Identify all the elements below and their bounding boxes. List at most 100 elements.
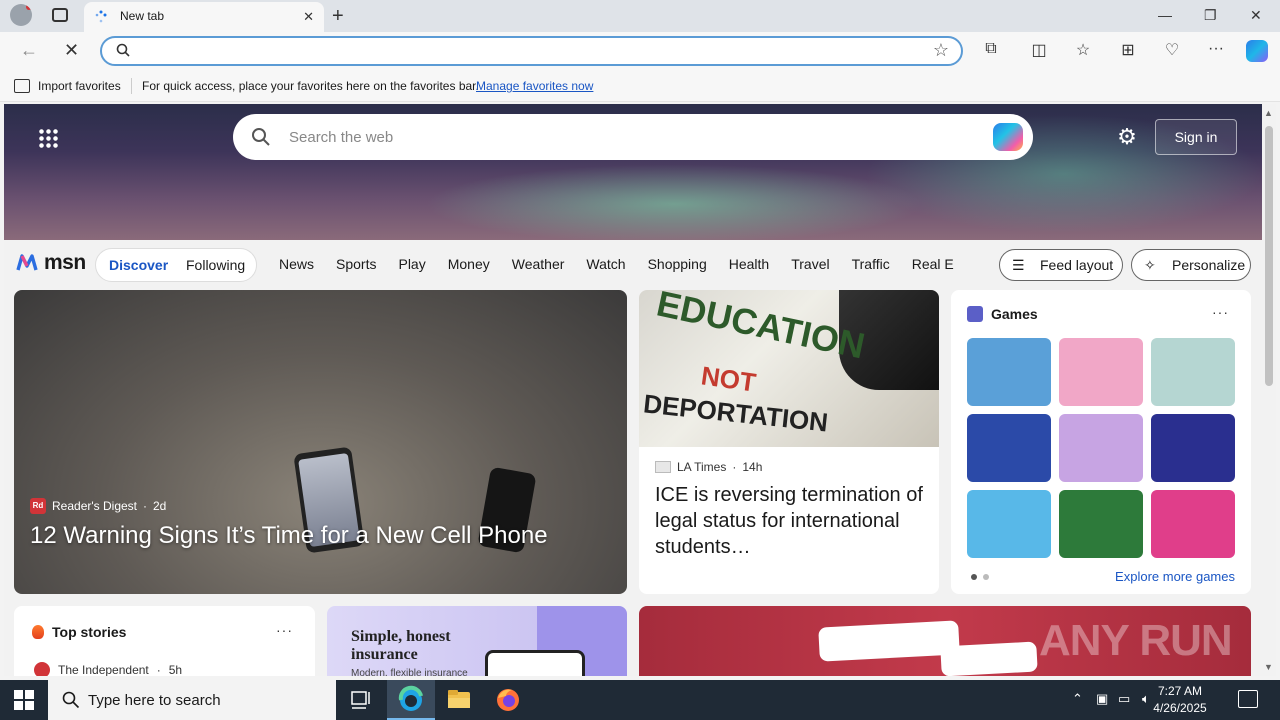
personalize-label: Personalize xyxy=(1172,257,1246,273)
tab-discover[interactable]: Discover xyxy=(109,257,168,273)
system-clock[interactable]: 7:27 AM 4/26/2025 xyxy=(1140,683,1220,717)
flame-icon xyxy=(32,625,44,639)
personalize-button[interactable]: ✧ Personalize xyxy=(1131,249,1251,281)
web-search-input[interactable] xyxy=(289,126,969,148)
minimize-icon[interactable]: — xyxy=(1158,7,1172,23)
story-headline[interactable]: ICE is reversing termination of legal st… xyxy=(655,482,925,560)
windows-start-icon[interactable] xyxy=(14,690,34,710)
show-hidden-icons-icon[interactable]: ⌃ xyxy=(1072,691,1083,707)
top-stories-card: Top stories ··· The Independent · 5h xyxy=(14,606,315,676)
sparkle-icon: ✧ xyxy=(1144,257,1156,273)
nav-item-money[interactable]: Money xyxy=(448,256,490,272)
scroll-up-icon[interactable]: ▲ xyxy=(1264,108,1273,118)
game-tile[interactable] xyxy=(1151,338,1235,406)
insurance-ad-card[interactable]: Simple, honest insurance Modern, flexibl… xyxy=(327,606,627,676)
favorite-star-icon[interactable]: ☆ xyxy=(933,40,949,61)
source-sep: · xyxy=(156,663,161,676)
scroll-down-icon[interactable]: ▼ xyxy=(1264,662,1273,672)
promo-card[interactable]: ANY RUN xyxy=(639,606,1251,676)
new-tab-plus-icon[interactable]: + xyxy=(332,5,344,28)
game-tile[interactable] xyxy=(1059,414,1143,482)
clock-date: 4/26/2025 xyxy=(1153,701,1207,715)
nav-item-shopping[interactable]: Shopping xyxy=(648,256,707,272)
stop-loading-icon[interactable]: ✕ xyxy=(64,40,79,61)
msn-logo[interactable]: msn xyxy=(16,250,86,276)
nav-item-real-estate[interactable]: Real E xyxy=(912,256,954,272)
explore-more-games-link[interactable]: Explore more games xyxy=(1115,569,1235,584)
app-launcher-icon[interactable] xyxy=(38,128,58,148)
source-name: Reader's Digest xyxy=(52,499,137,513)
nav-item-traffic[interactable]: Traffic xyxy=(852,256,890,272)
top-stories-header: Top stories xyxy=(32,624,126,640)
taskbar-search-box[interactable]: Type here to search xyxy=(48,680,336,720)
profile-avatar-icon[interactable] xyxy=(10,4,32,26)
source-sep: · xyxy=(143,499,147,513)
tab-close-icon[interactable]: ✕ xyxy=(303,9,314,25)
nav-item-news[interactable]: News xyxy=(279,256,314,272)
more-options-icon[interactable]: ··· xyxy=(1212,304,1229,320)
address-input[interactable]: ☆ xyxy=(100,36,963,66)
sign-in-button[interactable]: Sign in xyxy=(1155,119,1237,155)
network-icon[interactable]: ▭ xyxy=(1118,691,1130,707)
feature-story-card[interactable]: Rd Reader's Digest · 2d 12 Warning Signs… xyxy=(14,290,627,594)
tab-following[interactable]: Following xyxy=(186,257,245,273)
nav-item-weather[interactable]: Weather xyxy=(512,256,565,272)
notifications-icon[interactable] xyxy=(1238,690,1258,708)
windows-taskbar: Type here to search ⌃ ▣ ▭ 🔈︎ 7:27 AM 4/2… xyxy=(0,680,1280,720)
msn-nav-bar: msn Discover Following News Sports Play Mon… xyxy=(4,240,1262,290)
msn-butterfly-icon xyxy=(16,254,38,271)
firefox-icon[interactable] xyxy=(484,680,532,720)
game-tile[interactable] xyxy=(1059,490,1143,558)
restore-icon[interactable]: ❐ xyxy=(1204,7,1217,24)
edge-browser-icon[interactable] xyxy=(387,680,435,720)
page-scrollbar[interactable]: ▲ ▼ xyxy=(1262,104,1276,676)
tab-actions-icon[interactable] xyxy=(52,8,68,22)
copilot-icon[interactable] xyxy=(1246,40,1268,62)
nav-item-travel[interactable]: Travel xyxy=(791,256,829,272)
manage-favorites-link[interactable]: Manage favorites now xyxy=(476,79,593,93)
nav-item-health[interactable]: Health xyxy=(729,256,769,272)
file-explorer-icon[interactable] xyxy=(435,680,483,720)
meet-now-icon[interactable]: ▣ xyxy=(1096,691,1108,707)
copilot-icon[interactable] xyxy=(993,123,1023,151)
favorites-icon[interactable]: ☆ xyxy=(1073,40,1093,60)
tab-title: New tab xyxy=(120,9,165,23)
task-view-icon[interactable] xyxy=(336,680,384,720)
story-headline[interactable]: 12 Warning Signs It’s Time for a New Cel… xyxy=(30,522,548,550)
window-close-icon[interactable]: ✕ xyxy=(1250,7,1262,24)
game-tile[interactable] xyxy=(967,338,1051,406)
back-arrow-icon[interactable]: ← xyxy=(20,40,38,61)
game-tile[interactable] xyxy=(967,490,1051,558)
split-screen-icon[interactable]: ◫ xyxy=(1029,40,1049,60)
feed-layout-button[interactable]: ☰ Feed layout xyxy=(999,249,1123,281)
games-grid xyxy=(967,338,1235,558)
more-options-icon[interactable]: ··· xyxy=(276,622,293,638)
game-tile[interactable] xyxy=(1151,490,1235,558)
favorites-bar: Import favorites For quick access, place… xyxy=(0,70,1280,102)
web-search-box[interactable] xyxy=(233,114,1033,160)
carousel-dot[interactable] xyxy=(971,574,977,580)
nav-item-sports[interactable]: Sports xyxy=(336,256,376,272)
search-icon xyxy=(62,691,80,709)
scrollbar-thumb[interactable] xyxy=(1265,126,1273,386)
nav-item-play[interactable]: Play xyxy=(398,256,425,272)
chat-bubble-image xyxy=(940,641,1038,676)
nav-item-watch[interactable]: Watch xyxy=(586,256,625,272)
game-tile[interactable] xyxy=(967,414,1051,482)
browser-essentials-icon[interactable]: ♡ xyxy=(1162,40,1182,60)
extensions-icon[interactable]: ⧉ xyxy=(981,40,1001,60)
game-tile[interactable] xyxy=(1151,414,1235,482)
import-favorites-button[interactable]: Import favorites xyxy=(38,79,121,93)
tab-new-tab[interactable]: New tab ✕ xyxy=(84,2,324,32)
collections-icon[interactable]: ⊞ xyxy=(1118,40,1138,60)
carousel-dot[interactable] xyxy=(983,574,989,580)
game-tile[interactable] xyxy=(1059,338,1143,406)
gear-icon[interactable]: ⚙ xyxy=(1116,126,1138,148)
sign-text: NOT xyxy=(699,360,758,398)
games-header: Games xyxy=(967,306,1038,322)
browser-tab-bar: New tab ✕ + — ❐ ✕ xyxy=(0,0,1280,32)
news-card[interactable]: EDUCATION NOT DEPORTATION LA Times · 14h… xyxy=(639,290,939,594)
sign-text: EDUCATION xyxy=(653,290,869,367)
ad-subtext: Modern, flexible insurance xyxy=(351,668,468,676)
more-menu-icon[interactable]: ··· xyxy=(1206,40,1226,60)
